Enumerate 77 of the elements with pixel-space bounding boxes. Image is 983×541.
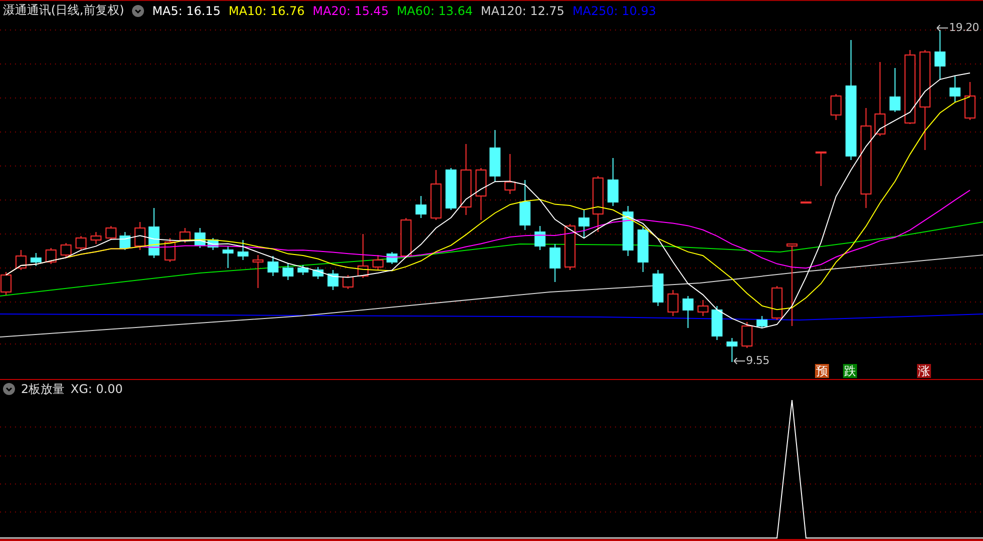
indicator-value: MA10: 16.76: [228, 4, 305, 18]
candlestick: [120, 232, 130, 250]
candlestick: [90, 232, 102, 244]
candlestick: [964, 82, 976, 120]
price-label: 9.55: [746, 354, 770, 367]
candlestick: [312, 266, 324, 280]
signal-marker: 涨: [917, 364, 931, 378]
indicator-value: MA120: 12.75: [480, 4, 564, 18]
collapse-icon[interactable]: [3, 383, 15, 395]
candlestick: [298, 264, 308, 276]
candlestick: [652, 270, 664, 306]
candlestick: [252, 254, 264, 288]
candlestick: [60, 242, 72, 258]
candlestick: [682, 296, 694, 328]
candlestick: [534, 226, 546, 250]
candlestick: [830, 94, 842, 120]
arrow-icon: [936, 24, 948, 32]
candlestick: [342, 274, 354, 290]
indicator-value: MA20: 15.45: [312, 4, 389, 18]
indicator-value: XG: 0.00: [70, 382, 123, 396]
candlestick: [712, 306, 722, 340]
signal-marker: 跌: [843, 364, 857, 378]
candlestick: [504, 154, 516, 194]
candlestick: [476, 168, 486, 220]
price-label: 19.20: [949, 21, 979, 34]
candlestick: [400, 218, 412, 258]
candlestick: [30, 252, 42, 266]
candlestick: [446, 168, 456, 210]
candlestick: [668, 290, 678, 316]
indicator-value: MA60: 13.64: [396, 4, 473, 18]
candlestick: [934, 30, 946, 80]
candlestick: [564, 224, 576, 270]
candlestick: [238, 240, 248, 260]
candlestick: [416, 196, 426, 218]
candlestick: [520, 180, 530, 230]
candlestick: [742, 322, 752, 348]
candlestick: [638, 226, 648, 272]
candlestick: [726, 338, 738, 362]
candlestick: [16, 250, 26, 270]
candlestick: [430, 170, 442, 220]
candlestick: [460, 144, 472, 216]
candlestick: [282, 262, 294, 280]
candlestick: [208, 238, 218, 250]
candlestick: [772, 286, 782, 320]
candlestick: [592, 176, 604, 232]
candlestick: [622, 206, 634, 256]
candlestick: [950, 76, 960, 102]
candlestick: [148, 208, 160, 258]
candlestick: [890, 68, 900, 112]
candlestick: [222, 246, 234, 268]
candlestick: [134, 222, 146, 250]
indicator-value: MA5: 16.15: [152, 4, 221, 18]
candlestick: [800, 202, 812, 204]
candlestick: [608, 158, 618, 206]
candlestick: [328, 270, 338, 290]
candlestick: [698, 300, 708, 316]
candlestick: [756, 316, 768, 328]
candlestick: [46, 248, 56, 264]
candlestick: [106, 226, 116, 240]
candlestick: [180, 228, 190, 244]
candlestick: [816, 152, 826, 186]
candlestick: [164, 238, 176, 262]
candlestick: [490, 130, 500, 182]
candlestick: [76, 236, 86, 250]
candlestick: [358, 234, 368, 278]
collapse-icon[interactable]: [132, 4, 144, 16]
panel-title: 2板放量: [21, 380, 65, 398]
candlestick: [578, 210, 590, 238]
candlestick: [372, 254, 384, 270]
candlestick: [268, 256, 278, 276]
chart-title: 滠通通讯(日线,前复权): [3, 2, 124, 19]
candlestick: [386, 252, 398, 264]
signal-marker: 预: [815, 364, 829, 378]
indicator-value: MA250: 10.93: [572, 4, 656, 18]
candlestick: [550, 244, 560, 282]
candlestick: [194, 228, 206, 248]
arrow-icon: [733, 356, 745, 364]
